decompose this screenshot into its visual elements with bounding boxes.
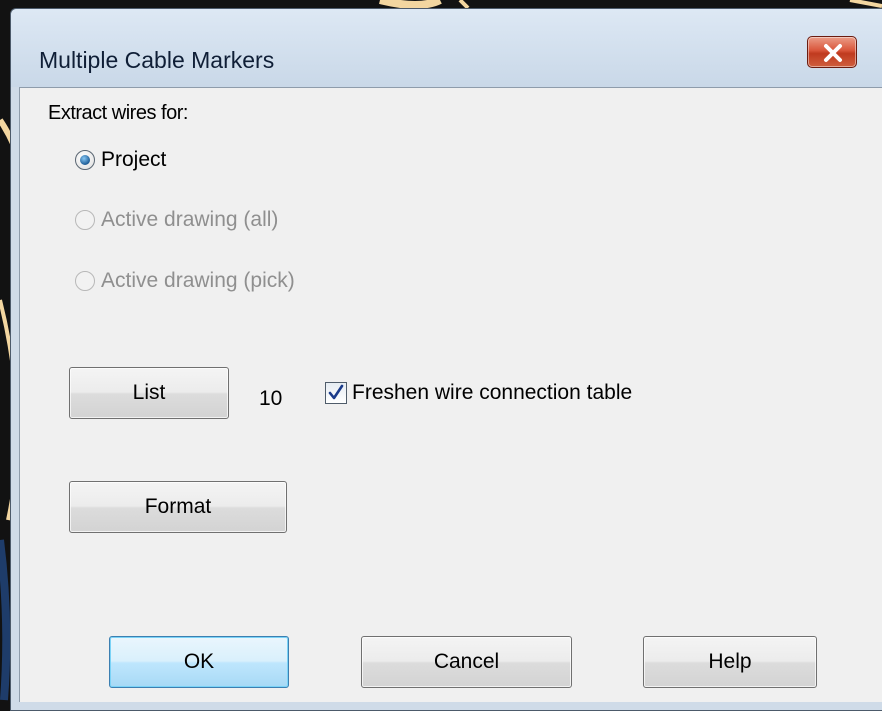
format-button[interactable]: Format bbox=[69, 481, 287, 533]
checkmark-icon bbox=[328, 384, 344, 400]
wire-count: 10 bbox=[259, 387, 283, 410]
radio-active-drawing-all[interactable]: Active drawing (all) bbox=[75, 205, 278, 235]
dialog-body: Extract wires for: Project Active drawin… bbox=[19, 87, 882, 704]
list-button[interactable]: List bbox=[69, 367, 229, 419]
freshen-label: Freshen wire connection table bbox=[352, 381, 633, 404]
radio-unchecked-icon[interactable] bbox=[75, 271, 95, 291]
radio-active-drawing-pick-label: Active drawing (pick) bbox=[101, 269, 295, 292]
radio-active-drawing-pick[interactable]: Active drawing (pick) bbox=[75, 266, 295, 296]
freshen-checkbox[interactable] bbox=[325, 382, 347, 404]
window-title: Multiple Cable Markers bbox=[39, 47, 275, 73]
extract-wires-label: Extract wires for: bbox=[48, 102, 188, 124]
freshen-checkbox-row[interactable]: Freshen wire connection table bbox=[325, 378, 632, 408]
dialog-window: Multiple Cable Markers Extract wires for… bbox=[10, 8, 882, 711]
title-bar[interactable]: Multiple Cable Markers bbox=[11, 9, 882, 87]
radio-project[interactable]: Project bbox=[75, 145, 166, 175]
help-button[interactable]: Help bbox=[643, 636, 817, 688]
radio-checked-icon[interactable] bbox=[75, 150, 95, 170]
cancel-button[interactable]: Cancel bbox=[361, 636, 572, 688]
close-button[interactable] bbox=[807, 36, 857, 68]
radio-project-label: Project bbox=[101, 148, 167, 171]
close-icon bbox=[824, 44, 842, 62]
ok-button[interactable]: OK bbox=[109, 636, 289, 688]
radio-unchecked-icon[interactable] bbox=[75, 210, 95, 230]
radio-active-drawing-all-label: Active drawing (all) bbox=[101, 208, 279, 231]
window-bottom-border bbox=[11, 702, 882, 710]
